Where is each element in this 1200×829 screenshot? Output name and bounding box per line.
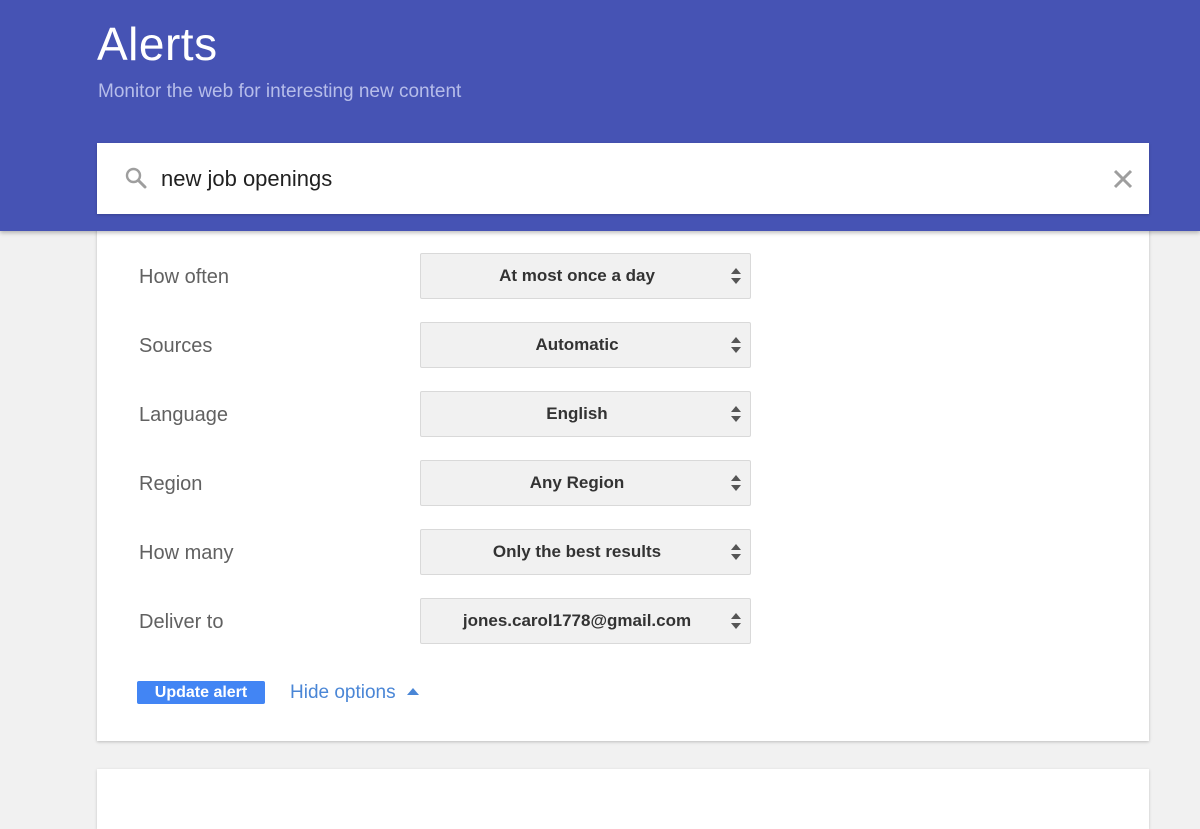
option-row-deliver-to: Deliver to jones.carol1778@gmail.com [97,598,1149,644]
caret-up-icon [406,688,419,695]
option-label: Sources [139,335,213,357]
select-arrows-icon [731,544,741,560]
select-arrows-icon [731,475,741,491]
option-label: Language [139,404,228,426]
option-row-language: Language English [97,391,1149,437]
search-box[interactable] [97,143,1149,214]
select-value: Automatic [535,335,619,354]
alert-options-card: How often At most once a day Sources Aut… [97,214,1149,741]
select-value: At most once a day [499,266,655,285]
search-input[interactable] [161,166,1061,192]
language-select[interactable]: English [420,391,751,437]
select-value: English [546,404,608,423]
page-title: Alerts [97,18,218,70]
option-row-sources: Sources Automatic [97,322,1149,368]
page-subtitle: Monitor the web for interesting new cont… [98,81,462,102]
close-icon[interactable] [1111,167,1135,191]
option-row-how-many: How many Only the best results [97,529,1149,575]
how-many-select[interactable]: Only the best results [420,529,751,575]
region-select[interactable]: Any Region [420,460,751,506]
deliver-to-select[interactable]: jones.carol1778@gmail.com [420,598,751,644]
sources-select[interactable]: Automatic [420,322,751,368]
select-value: jones.carol1778@gmail.com [462,611,692,630]
select-arrows-icon [731,337,741,353]
option-label: How many [139,542,234,564]
option-row-how-often: How often At most once a day [97,253,1149,299]
select-arrows-icon [731,268,741,284]
hide-options-link[interactable]: Hide options [290,681,419,704]
how-often-select[interactable]: At most once a day [420,253,751,299]
select-value: Any Region [529,473,625,492]
next-card [97,769,1149,829]
select-value: Only the best results [492,542,662,561]
option-label: How often [139,266,230,288]
select-arrows-icon [731,406,741,422]
search-icon [125,167,147,189]
option-row-region: Region Any Region [97,460,1149,506]
select-arrows-icon [731,613,741,629]
update-alert-button[interactable]: Update alert [137,681,265,704]
header-bar: Alerts Monitor the web for interesting n… [0,0,1200,231]
hide-options-label: Hide options [290,682,396,703]
option-label: Deliver to [139,611,224,633]
option-label: Region [139,473,203,495]
